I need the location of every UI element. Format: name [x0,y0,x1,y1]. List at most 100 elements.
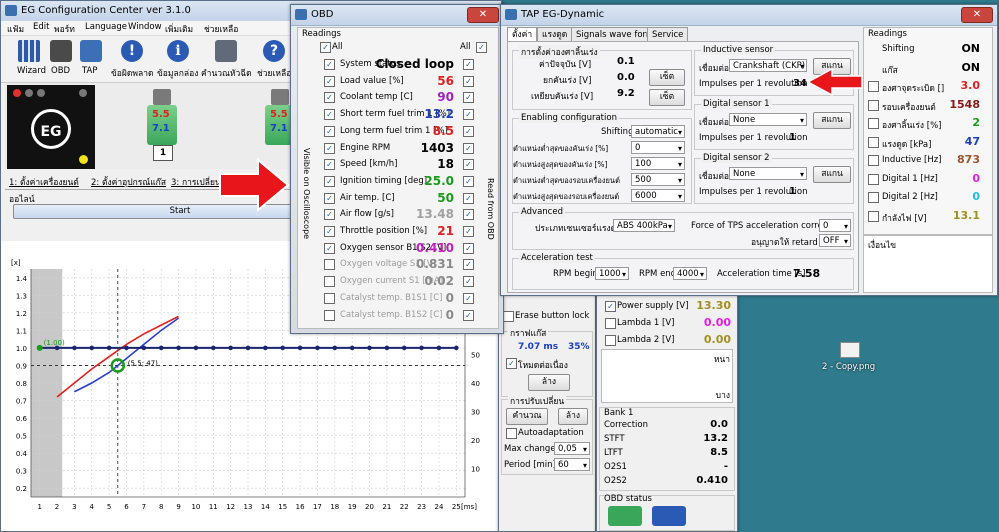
tps-release-set-button[interactable]: เซ็ต [649,69,685,86]
obd-row-read-checkbox[interactable]: ✓ [463,192,474,204]
obd-titlebar[interactable]: OBD ✕ [291,5,503,26]
retard-select[interactable]: OFF [819,234,851,248]
max-tps-label: ตำแหน่งสูงสุดของคันเร่ง [%] [513,160,608,169]
rpm-end-select[interactable]: 4000 [673,267,707,281]
menu-edit[interactable]: Edit [33,22,49,32]
menu-help[interactable]: ช่วยเหลือ [204,22,238,36]
obd-row-read-checkbox[interactable]: ✓ [463,142,474,154]
tap-reading-checkbox[interactable] [868,210,879,222]
menu-window[interactable]: Window [128,22,162,32]
box-info-button[interactable]: i ข้อมูลกล่อง [157,40,201,79]
sensor-type-select[interactable]: ABS 400kPa [613,219,675,233]
obd-row-scope-checkbox[interactable]: ✓ [324,125,335,137]
tap-reading-checkbox[interactable] [868,173,879,185]
tap-reading-checkbox[interactable] [868,81,879,92]
menu-port[interactable]: พอร์ท [54,22,75,36]
obd-all-right-checkbox[interactable]: ✓ [476,42,487,53]
max-change-select[interactable]: 0,05 [554,442,590,456]
digital2-connect-select[interactable]: None [729,167,807,181]
rpm-begin-select[interactable]: 1000 [595,267,629,281]
obd-row-scope-checkbox[interactable]: ✓ [324,192,335,204]
obd-row-read-checkbox[interactable]: ✓ [463,92,474,104]
tps-press-set-button[interactable]: เซ็ต [649,89,685,106]
obd-row-read-checkbox[interactable]: ✓ [463,292,474,304]
obd-all-left-checkbox[interactable]: ✓ [320,42,331,53]
obd-row-scope-checkbox[interactable]: ✓ [324,75,335,87]
obd-row-read-checkbox[interactable]: ✓ [463,59,474,70]
obd-row-read-checkbox[interactable]: ✓ [463,209,474,221]
obd-row-scope-checkbox[interactable]: ✓ [324,92,335,104]
red-arrow-left [219,158,290,212]
obd-row-read-checkbox[interactable]: ✓ [463,175,474,187]
power-supply-checkbox[interactable]: ✓ [605,301,616,312]
lambda2-checkbox[interactable] [605,335,616,346]
x-tick-label: 2 [55,503,59,511]
obd-row-read-checkbox[interactable]: ✓ [463,259,474,271]
obd-button[interactable]: OBD [49,40,73,78]
lambda1-checkbox[interactable] [605,318,616,329]
x-tick-label: 20 [365,503,374,511]
gas-graph-clear-button[interactable]: ล้าง [528,374,570,391]
digital1-scan-button[interactable]: สแกน [813,112,851,129]
tap-reading-checkbox[interactable] [868,155,879,166]
obd-row-scope-checkbox[interactable] [324,309,335,321]
digital1-connect-select[interactable]: None [729,113,807,127]
help-button[interactable]: ? ช่วยเหลือ [257,40,293,79]
obd-row-scope-checkbox[interactable]: ✓ [324,209,335,221]
erase-lock-checkbox[interactable] [503,311,514,322]
tap-reading-checkbox[interactable] [868,118,879,129]
tap-reading-checkbox[interactable] [868,192,879,203]
force-correction-select[interactable]: 0 [819,219,851,233]
obd-row-scope-checkbox[interactable]: ✓ [324,226,335,237]
obd-row-read-checkbox[interactable]: ✓ [463,242,474,254]
obd-row-scope-checkbox[interactable] [324,292,335,304]
y2-tick-label: 30 [471,409,480,417]
tab-engine-settings[interactable]: 1: ตั้งค่าเครื่องยนต์ [9,175,79,189]
obd-row-read-checkbox[interactable]: ✓ [463,226,474,237]
period-select[interactable]: 60 [554,458,590,472]
change-clear-button[interactable]: ล้าง [558,408,588,425]
desktop-file[interactable]: 2 - Copy.png [818,342,878,378]
obd-row-scope-checkbox[interactable]: ✓ [324,242,335,254]
obd-row-scope-checkbox[interactable]: ✓ [324,59,335,70]
menu-more[interactable]: เพิ่มเติม [165,22,193,36]
obd-row-read-checkbox[interactable]: ✓ [463,159,474,171]
calculate-button[interactable]: คำนวณ [506,408,548,425]
wizard-button[interactable]: Wizard [15,40,46,78]
obd-row-scope-checkbox[interactable]: ✓ [324,159,335,171]
errors-button[interactable]: ! ข้อผิดพลาด [111,40,155,79]
min-tps-select[interactable]: 0 [631,141,685,155]
min-rpm-select[interactable]: 500 [631,173,685,187]
obd-row-scope-checkbox[interactable]: ✓ [324,175,335,187]
tap-button[interactable]: TAP [79,40,103,78]
injector-calc-button[interactable]: คำนวณหัวฉีด [201,40,252,79]
menu-file[interactable]: แฟ้ม [7,22,24,36]
autoadaptation-checkbox[interactable] [506,428,517,439]
tap-titlebar[interactable]: TAP EG-Dynamic ✕ [501,5,997,26]
obd-row-scope-checkbox[interactable]: ✓ [324,109,335,121]
tap-close-button[interactable]: ✕ [961,7,993,23]
max-tps-select[interactable]: 100 [631,157,685,171]
tap-reading-checkbox[interactable] [868,136,879,148]
continuous-mode-checkbox[interactable]: ✓ [506,358,517,369]
shifting-select[interactable]: automatic [631,125,685,139]
tap-reading-checkbox[interactable] [868,99,879,111]
obd-row-scope-checkbox[interactable] [324,259,335,271]
obd-row-value: 0.831 [416,257,454,272]
tab-gas-settings[interactable]: 2: ตั้งค่าอุปกรณ์แก๊ส [91,175,166,189]
obd-row-scope-checkbox[interactable]: ✓ [324,142,335,154]
obd-row-read-checkbox[interactable]: ✓ [463,109,474,121]
digital2-scan-button[interactable]: สแกน [813,166,851,183]
max-rpm-select[interactable]: 6000 [631,189,685,203]
obd-row-read-checkbox[interactable]: ✓ [463,309,474,321]
menu-language[interactable]: Language [85,22,127,32]
tap-reading-row: รอบเครื่องยนต์ 1548 [864,98,992,114]
tap-tab-settings[interactable]: ตั้งค่า [507,27,538,42]
lambda1-value: 0.00 [703,316,731,329]
obd-row-read-checkbox[interactable]: ✓ [463,125,474,137]
obd-close-button[interactable]: ✕ [467,7,499,23]
obd-row-scope-checkbox[interactable] [324,276,335,288]
obd-row-read-checkbox[interactable]: ✓ [463,276,474,288]
obd-row-read-checkbox[interactable]: ✓ [463,75,474,87]
inductive-connect-select[interactable]: Crankshaft (CKP) [729,59,807,73]
